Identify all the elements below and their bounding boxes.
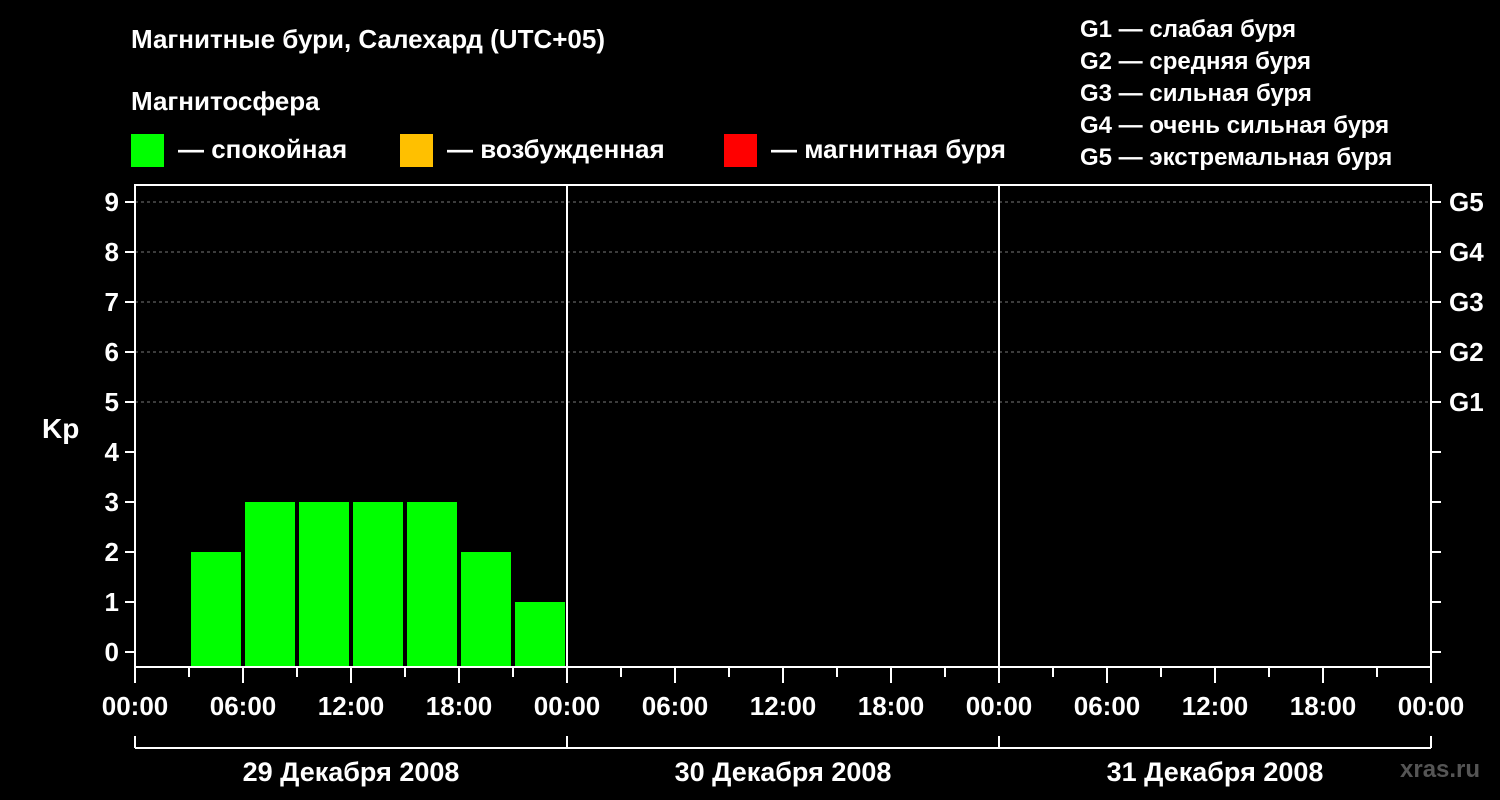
y-tick-label: 7 [105,287,119,317]
y-tick-label: 5 [105,387,119,417]
y-tick-label: 2 [105,537,119,567]
g-level-label: G1 [1449,387,1484,417]
kp-bar [191,552,241,667]
kp-chart: 0 1 2 3 4 5 6 7 8 9 G1 G2 G3 G4 G5 Kp 00:00 06:00 12:00 18:… [42,184,1484,787]
kp-bar [245,502,295,667]
kp-bar [299,502,349,667]
y-tick-label: 0 [105,637,119,667]
x-tick-label: 00:00 [1398,691,1465,721]
x-tick-label: 00:00 [102,691,169,721]
y-tick-label: 4 [105,437,120,467]
x-tick-label: 12:00 [1182,691,1249,721]
x-tick-label: 12:00 [750,691,817,721]
kp-bar [515,602,565,667]
kp-bar [353,502,403,667]
y-axis-label: Kp [42,413,79,444]
x-tick-label: 18:00 [1290,691,1357,721]
day-label: 29 Декабря 2008 [243,757,460,787]
kp-bar [461,552,511,667]
g-level-label: G3 [1449,287,1484,317]
x-tick-label: 06:00 [1074,691,1141,721]
g-level-label: G5 [1449,187,1484,217]
day-label: 30 Декабря 2008 [675,757,892,787]
kp-bar [407,502,457,667]
day-label: 31 Декабря 2008 [1107,757,1324,787]
x-tick-label: 00:00 [534,691,601,721]
x-tick-label: 12:00 [318,691,385,721]
g-level-label: G2 [1449,337,1484,367]
y-tick-label: 6 [105,337,119,367]
y-tick-label: 9 [105,187,119,217]
x-tick-label: 18:00 [858,691,925,721]
y-tick-label: 1 [105,587,119,617]
x-tick-label: 00:00 [966,691,1033,721]
x-tick-label: 06:00 [642,691,709,721]
x-tick-label: 06:00 [210,691,277,721]
y-tick-label: 3 [105,487,119,517]
g-level-label: G4 [1449,237,1484,267]
x-tick-label: 18:00 [426,691,493,721]
y-tick-label: 8 [105,237,119,267]
